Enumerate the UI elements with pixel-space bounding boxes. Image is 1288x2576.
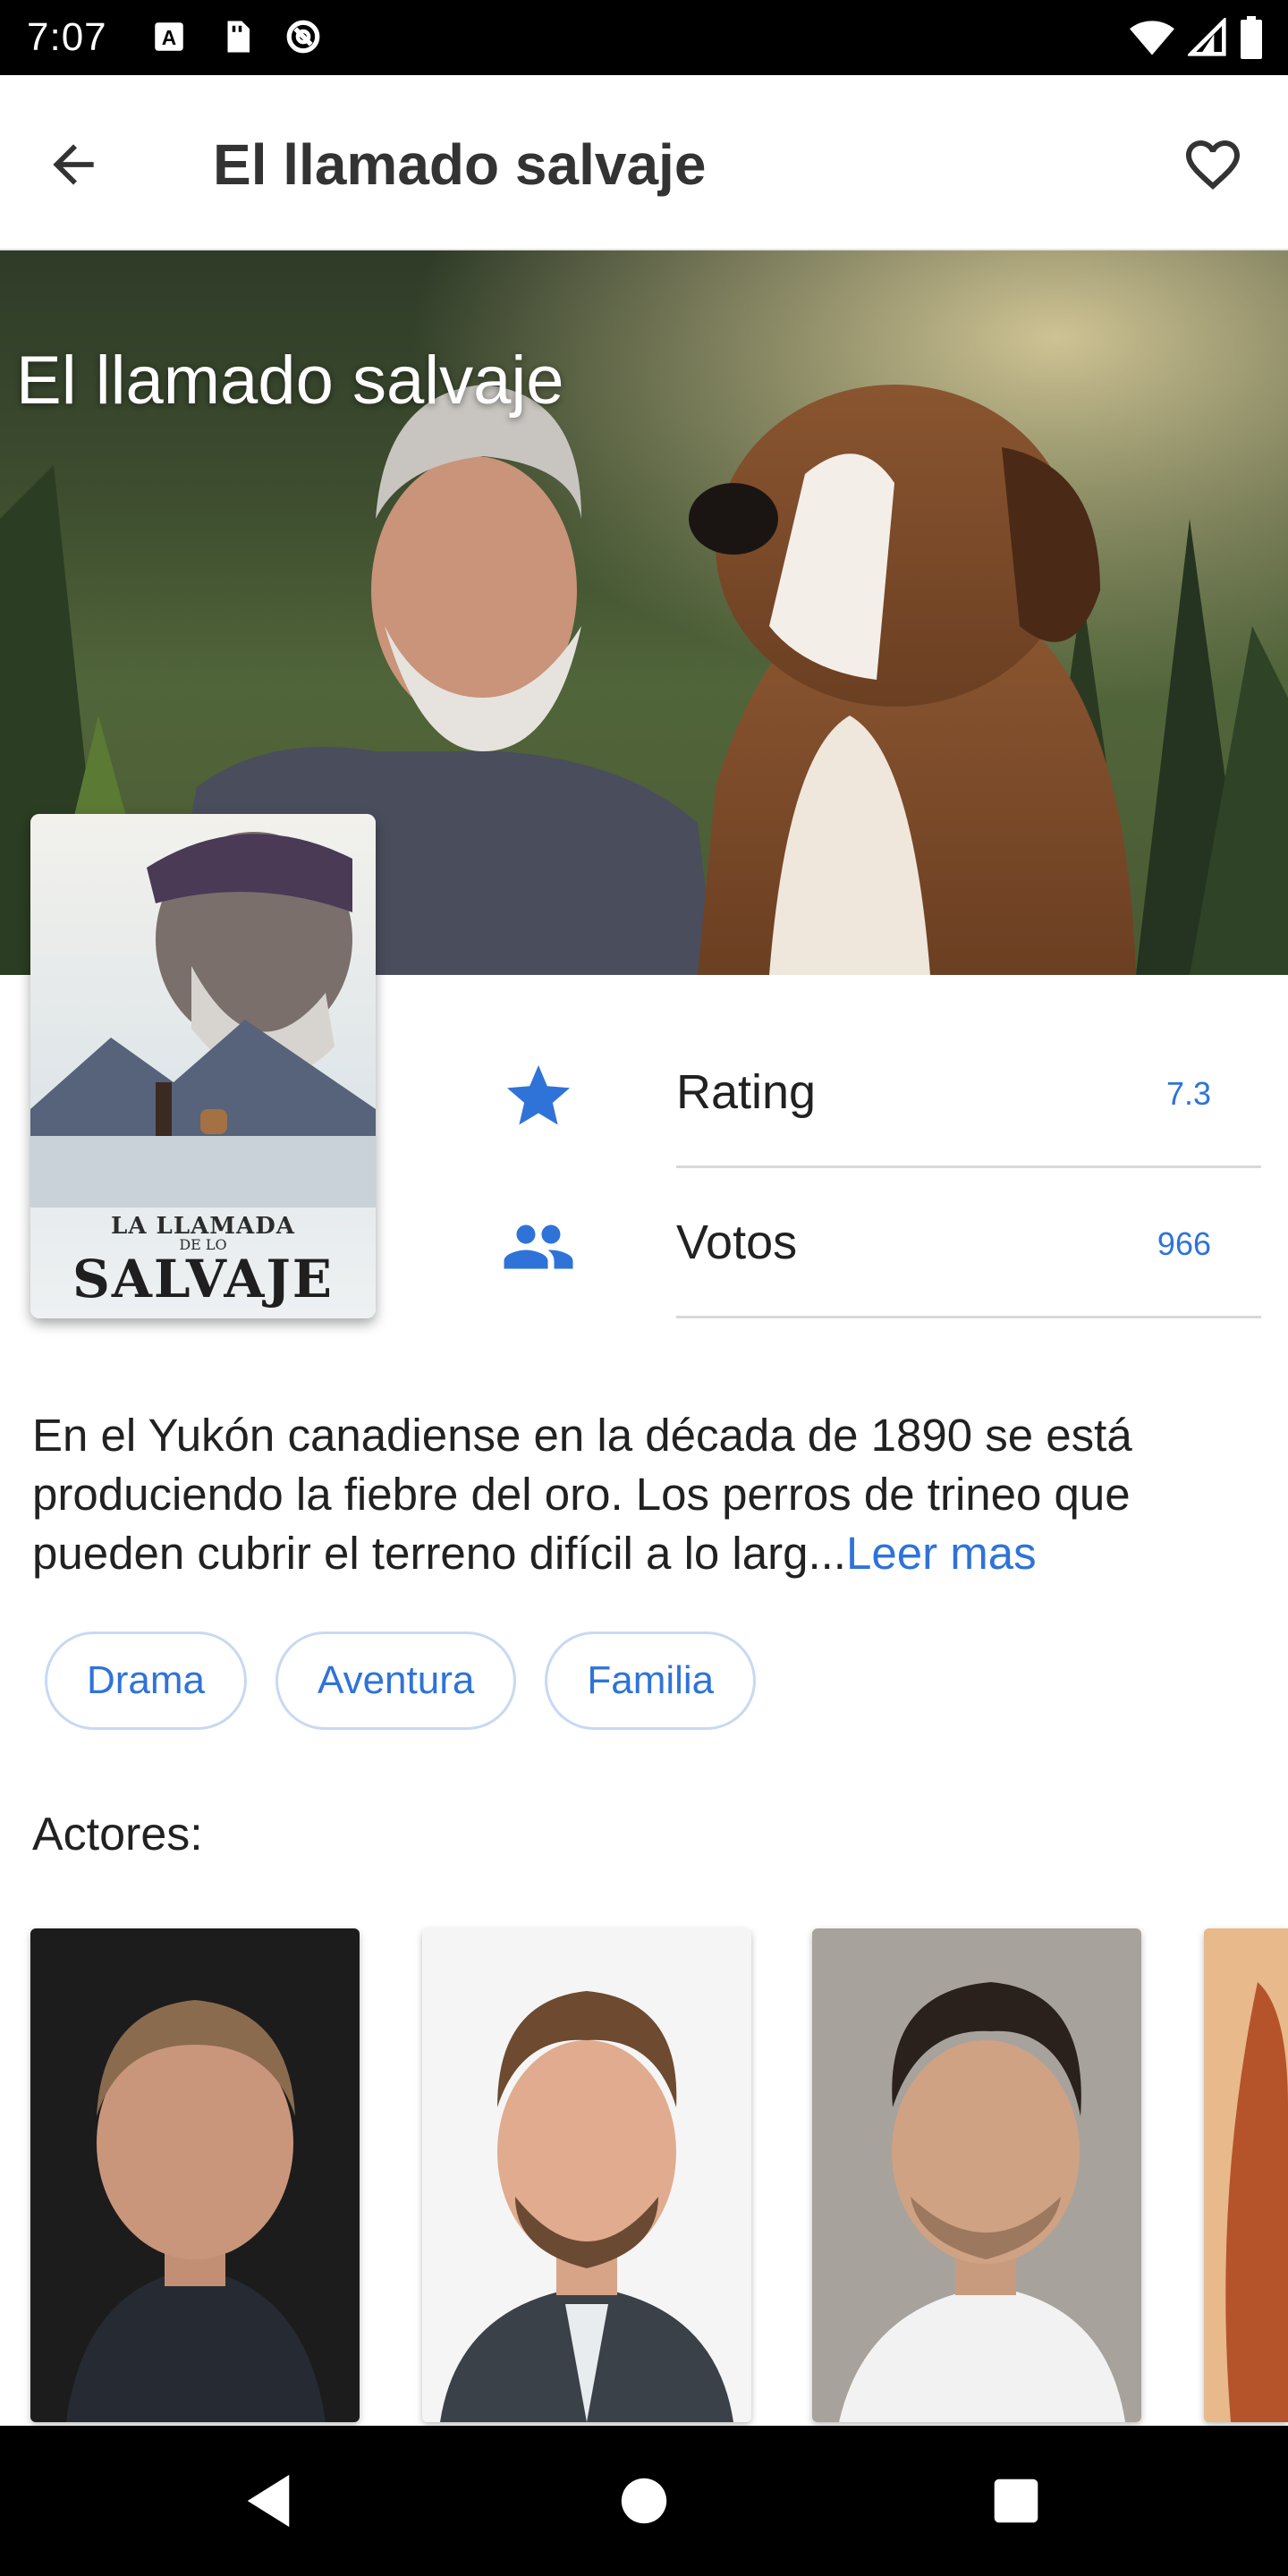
favorite-button[interactable] — [1174, 125, 1252, 204]
rating-label: Rating — [676, 1065, 817, 1119]
read-more-link[interactable]: Leer mas — [846, 1528, 1037, 1579]
actor-photo — [30, 1928, 360, 2422]
sim-card-icon — [227, 21, 250, 53]
genre-chip-drama[interactable]: Drama — [45, 1631, 248, 1730]
genre-chip-familia[interactable]: Familia — [545, 1631, 757, 1730]
app-bar: El llamado salvaje — [0, 75, 1288, 250]
actor-card[interactable] — [1204, 1928, 1288, 2422]
status-bar: 7:07 A — [0, 0, 1288, 75]
votes-value: 966 — [1157, 1225, 1211, 1262]
divider — [676, 1316, 1261, 1318]
star-icon — [501, 1059, 576, 1134]
rating-value: 7.3 — [1165, 1075, 1211, 1112]
arrow-back-icon — [53, 144, 94, 185]
genre-chip-aventura[interactable]: Aventura — [275, 1631, 517, 1730]
a-box-icon: A — [155, 22, 183, 51]
nav-home-button[interactable] — [605, 2462, 683, 2540]
battery-icon — [1241, 16, 1262, 59]
recents-square-icon — [994, 2479, 1038, 2523]
actors-heading: Actores: — [32, 1809, 203, 1860]
system-nav-bar — [0, 2426, 1288, 2576]
back-triangle-icon — [247, 2474, 290, 2528]
movie-poster[interactable]: LA LLAMADA DE LO SALVAJE — [30, 814, 376, 1318]
people-icon — [501, 1209, 576, 1284]
actor-photo — [422, 1928, 751, 2422]
rating-row: Rating 7.3 — [483, 1018, 1261, 1168]
votes-label: Votos — [676, 1216, 798, 1269]
back-button[interactable] — [36, 127, 111, 202]
actor-card[interactable] — [422, 1928, 751, 2422]
votes-row: Votos 966 — [483, 1168, 1261, 1318]
wifi-icon — [1130, 21, 1174, 55]
status-time: 7:07 — [27, 15, 107, 59]
actor-photo — [1204, 1928, 1288, 2422]
poster-title-line3: SALVAJE — [72, 1249, 334, 1309]
hero-title: El llamado salvaje — [16, 343, 564, 419]
movie-overview: En el Yukón canadiense en la década de 1… — [32, 1406, 1258, 1583]
signal-icon — [1188, 18, 1226, 56]
actor-card[interactable] — [30, 1928, 360, 2422]
genre-chips: Drama Aventura Familia — [45, 1631, 757, 1730]
page-title: El llamado salvaje — [213, 132, 707, 197]
home-circle-icon — [621, 2478, 667, 2524]
nav-recents-button[interactable] — [977, 2462, 1055, 2540]
nav-back-button[interactable] — [229, 2462, 308, 2540]
actor-photo — [812, 1928, 1141, 2422]
no-disturb-icon — [286, 20, 320, 54]
heart-outline-icon — [1186, 140, 1240, 191]
svg-text:A: A — [162, 26, 176, 49]
actor-card[interactable] — [812, 1928, 1141, 2422]
